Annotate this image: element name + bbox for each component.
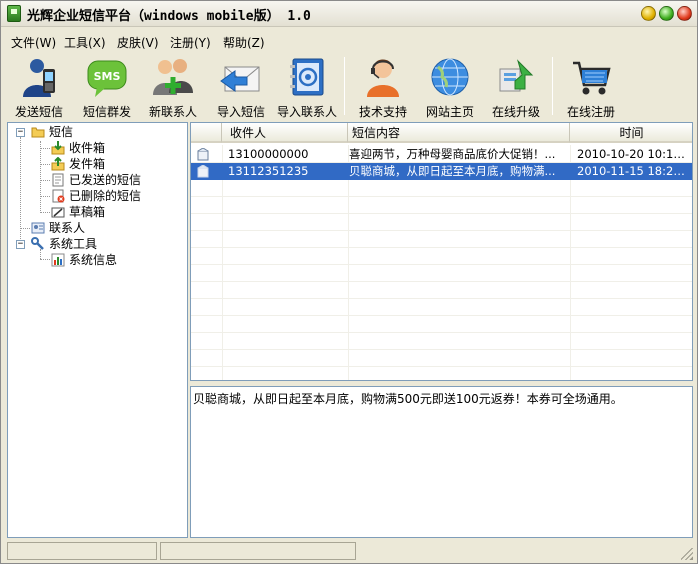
- outbox-icon: [51, 157, 65, 171]
- tree-line: [40, 180, 50, 181]
- resize-grip[interactable]: [681, 548, 693, 560]
- import-contacts-label: 导入联系人: [276, 105, 337, 119]
- tools-expander[interactable]: −: [16, 240, 25, 249]
- message-icon: [197, 148, 209, 161]
- row-time: 2010-10-20 10:10:10: [577, 147, 691, 161]
- row-content: 喜迎两节，万种母婴商品底价大促销！...: [349, 147, 556, 161]
- upgrade-icon: [499, 59, 534, 92]
- row-recipient: 13100000000: [228, 147, 309, 161]
- import-sms-label: 导入短信: [216, 105, 265, 119]
- new-contact-label: 新联系人: [148, 105, 197, 119]
- tools-icon: [31, 237, 44, 250]
- grid-line: [191, 264, 692, 265]
- grid-line: [348, 145, 349, 380]
- grid-line: [191, 315, 692, 316]
- website-home-button[interactable]: 网站主页: [416, 53, 484, 121]
- column-header-icon[interactable]: [191, 123, 222, 143]
- app-icon: [7, 5, 21, 22]
- deleted-icon: [52, 189, 65, 203]
- shopping-cart-icon: [573, 61, 611, 95]
- folder-icon: [31, 127, 45, 138]
- grid-line: [191, 349, 692, 350]
- website-home-label: 网站主页: [425, 105, 474, 119]
- new-contact-button[interactable]: 新联系人: [139, 53, 207, 121]
- tree-line: [40, 141, 41, 213]
- tree-line: [40, 196, 50, 197]
- group-sms-button[interactable]: SMS 短信群发: [73, 53, 141, 121]
- main-window: 光辉企业短信平台（windows mobile版） 1.0 文件(W) 工具(X…: [0, 0, 698, 564]
- grid-line: [222, 145, 223, 380]
- online-register-button[interactable]: 在线注册: [557, 53, 625, 121]
- maximize-button[interactable]: [659, 6, 674, 21]
- status-bar: [1, 538, 697, 563]
- send-sms-label: 发送短信: [14, 105, 63, 119]
- tree-line: [20, 228, 30, 229]
- tree-line: [40, 212, 50, 213]
- title-bar[interactable]: 光辉企业短信平台（windows mobile版） 1.0: [1, 1, 697, 27]
- grid-line: [191, 230, 692, 231]
- row-recipient: 13112351235: [228, 164, 309, 178]
- svg-text:SMS: SMS: [94, 70, 121, 83]
- chart-icon: [51, 253, 65, 267]
- online-register-label: 在线注册: [566, 105, 615, 119]
- column-header-content[interactable]: 短信内容: [348, 123, 570, 143]
- toolbar-separator: [344, 57, 345, 115]
- menu-register[interactable]: 注册(Y): [170, 34, 211, 51]
- menu-file[interactable]: 文件(W): [11, 34, 56, 51]
- window-title: 光辉企业短信平台（windows mobile版） 1.0: [27, 9, 311, 24]
- status-pane-progress: [160, 542, 356, 560]
- close-button[interactable]: [677, 6, 692, 21]
- drafts-icon: [51, 207, 65, 218]
- globe-icon: [431, 58, 469, 96]
- tree-line: [40, 164, 50, 165]
- row-content: 贝聪商城，从即日起至本月底，购物满...: [349, 164, 556, 178]
- online-upgrade-label: 在线升级: [491, 105, 540, 119]
- sms-bubble-icon: SMS: [87, 60, 127, 97]
- message-preview[interactable]: 贝聪商城，从即日起至本月底，购物满500元即送100元返券！本券可全场通用。: [190, 386, 693, 538]
- support-agent-icon: [367, 59, 399, 97]
- tree-line: [40, 259, 50, 260]
- contacts-icon: [31, 222, 45, 234]
- column-header-time[interactable]: 时间: [570, 123, 692, 143]
- grid-line: [570, 145, 571, 380]
- import-mail-icon: [220, 66, 260, 92]
- grid-line: [191, 332, 692, 333]
- sent-icon: [52, 173, 64, 187]
- group-sms-label: 短信群发: [82, 105, 131, 119]
- menu-bar: 文件(W) 工具(X) 皮肤(V) 注册(Y) 帮助(Z): [1, 34, 697, 52]
- toolbar: 发送短信 SMS 短信群发 新联系人 导入短信 导入联系人 技术支持 网站主页 …: [1, 53, 697, 121]
- import-sms-button[interactable]: 导入短信: [207, 53, 275, 121]
- menu-skin[interactable]: 皮肤(V): [117, 34, 159, 51]
- status-pane-left: [7, 542, 157, 560]
- online-upgrade-button[interactable]: 在线升级: [482, 53, 550, 121]
- table-row[interactable]: 13100000000 喜迎两节，万种母婴商品底价大促销！... 2010-10…: [191, 146, 692, 163]
- grid-line: [191, 281, 692, 282]
- add-contact-icon: [153, 59, 193, 95]
- table-row-selected[interactable]: 13112351235 贝聪商城，从即日起至本月底，购物满... 2010-11…: [191, 163, 692, 180]
- message-list: 收件人 短信内容 时间 13100000000 喜迎两节，万种母婴商品底价大促销…: [190, 122, 693, 381]
- grid-line: [191, 247, 692, 248]
- sms-expander[interactable]: −: [16, 128, 25, 137]
- import-contacts-button[interactable]: 导入联系人: [273, 53, 341, 121]
- grid-line: [191, 298, 692, 299]
- toolbar-separator-2: [552, 57, 553, 115]
- tech-support-label: 技术支持: [358, 105, 407, 119]
- grid-line: [191, 213, 692, 214]
- address-book-icon: [290, 58, 324, 96]
- person-phone-icon: [23, 59, 55, 97]
- row-time: 2010-11-15 18:23:27: [577, 164, 691, 178]
- message-icon: [197, 165, 209, 178]
- tree-line: [40, 148, 50, 149]
- column-header-recipient[interactable]: 收件人: [222, 123, 348, 143]
- folder-tree: − 短信 收件箱 发件箱 已发送的短信 已删除的短信 草稿箱 联系人 − 系统工…: [7, 122, 188, 538]
- menu-tools[interactable]: 工具(X): [64, 34, 106, 51]
- grid-line: [191, 366, 692, 367]
- grid-line: [191, 196, 692, 197]
- inbox-icon: [51, 141, 65, 155]
- send-sms-button[interactable]: 发送短信: [5, 53, 73, 121]
- minimize-button[interactable]: [641, 6, 656, 21]
- tech-support-button[interactable]: 技术支持: [349, 53, 417, 121]
- menu-help[interactable]: 帮助(Z): [223, 34, 265, 51]
